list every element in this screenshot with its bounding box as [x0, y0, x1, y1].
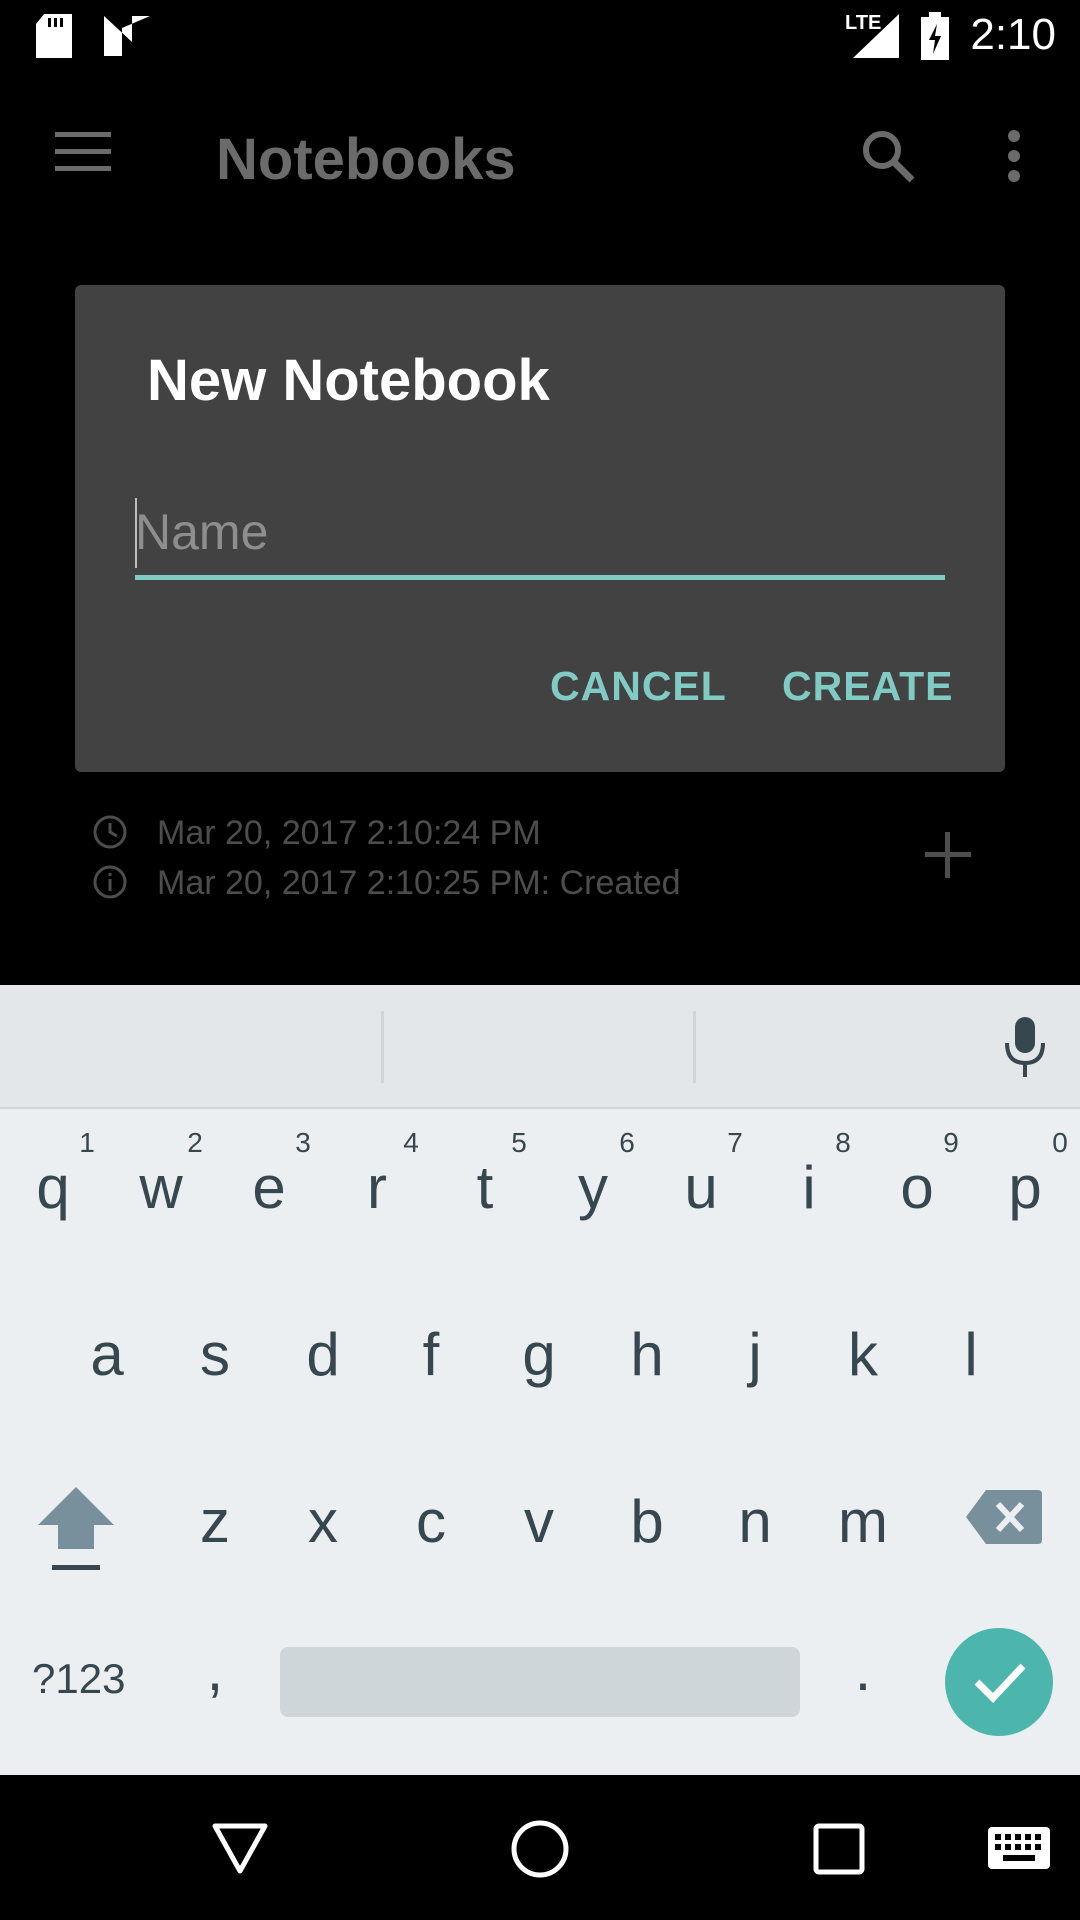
recents-icon[interactable]: [813, 1823, 865, 1875]
navigation-bar: [0, 1775, 1080, 1920]
key-a[interactable]: a: [62, 1320, 152, 1389]
status-time: 2:10: [970, 10, 1056, 59]
key-t[interactable]: t: [440, 1153, 530, 1222]
key-v[interactable]: v: [494, 1487, 584, 1556]
sd-card-icon: [36, 14, 72, 58]
key-f[interactable]: f: [386, 1320, 476, 1389]
key-l[interactable]: l: [926, 1320, 1016, 1389]
key-s[interactable]: s: [170, 1320, 260, 1389]
add-icon[interactable]: [925, 832, 971, 878]
status-bar: LTE 2:10: [0, 0, 1080, 72]
key-d[interactable]: d: [278, 1320, 368, 1389]
key-i[interactable]: i: [764, 1153, 854, 1222]
shift-icon[interactable]: [38, 1487, 114, 1573]
search-icon[interactable]: [860, 128, 916, 184]
backspace-icon[interactable]: [966, 1490, 1042, 1544]
signal-icon: [853, 14, 899, 58]
cancel-button[interactable]: CANCEL: [550, 663, 727, 710]
menu-icon[interactable]: [55, 132, 111, 172]
back-icon[interactable]: [212, 1823, 268, 1875]
battery-charging-icon: [921, 12, 949, 60]
suggestion-divider: [693, 1011, 696, 1083]
dialog-title: New Notebook: [147, 348, 550, 413]
key-u[interactable]: u: [656, 1153, 746, 1222]
clock-icon: [93, 815, 127, 849]
enter-key[interactable]: [945, 1628, 1053, 1736]
key-z[interactable]: z: [170, 1487, 260, 1556]
enter-check-icon: [974, 1663, 1026, 1704]
app-bar: Notebooks: [0, 72, 1080, 242]
key-e[interactable]: e: [224, 1153, 314, 1222]
keyboard-switch-icon[interactable]: [988, 1827, 1050, 1869]
key-comma[interactable]: ,: [170, 1635, 260, 1704]
symbols-key[interactable]: ?123: [32, 1655, 125, 1703]
key-p[interactable]: p: [980, 1153, 1070, 1222]
key-c[interactable]: c: [386, 1487, 476, 1556]
key-q[interactable]: q: [8, 1153, 98, 1222]
created-timestamp: Mar 20, 2017 2:10:25 PM: Created: [157, 864, 681, 902]
page-title: Notebooks: [216, 127, 516, 192]
overflow-menu-icon[interactable]: [1000, 130, 1028, 182]
create-button[interactable]: CREATE: [782, 663, 954, 710]
key-n[interactable]: n: [710, 1487, 800, 1556]
space-bar[interactable]: [280, 1647, 800, 1717]
key-w[interactable]: w: [116, 1153, 206, 1222]
key-r[interactable]: r: [332, 1153, 422, 1222]
key-h[interactable]: h: [602, 1320, 692, 1389]
key-x[interactable]: x: [278, 1487, 368, 1556]
suggestion-divider: [381, 1011, 384, 1083]
notebook-list-item: Mar 20, 2017 2:10:24 PM Mar 20, 2017 2:1…: [0, 800, 1080, 920]
key-b[interactable]: b: [602, 1487, 692, 1556]
key-o[interactable]: o: [872, 1153, 962, 1222]
input-underline: [135, 575, 945, 580]
n-logo-icon: [104, 16, 150, 56]
soft-keyboard: 1 2 3 4 5 6 7 8 9 0 q w e r t y u i o p …: [0, 985, 1080, 1775]
suggestion-strip: [0, 985, 1080, 1109]
key-g[interactable]: g: [494, 1320, 584, 1389]
notebook-name-input[interactable]: [135, 500, 945, 564]
info-icon: [93, 865, 127, 899]
key-j[interactable]: j: [710, 1320, 800, 1389]
new-notebook-dialog: New Notebook CANCEL CREATE: [75, 285, 1005, 772]
mic-icon[interactable]: [1003, 1017, 1047, 1079]
updated-timestamp: Mar 20, 2017 2:10:24 PM: [157, 814, 541, 852]
key-m[interactable]: m: [818, 1487, 908, 1556]
text-cursor: [135, 498, 137, 568]
key-y[interactable]: y: [548, 1153, 638, 1222]
key-k[interactable]: k: [818, 1320, 908, 1389]
key-period[interactable]: .: [818, 1635, 908, 1704]
home-icon[interactable]: [510, 1819, 570, 1879]
